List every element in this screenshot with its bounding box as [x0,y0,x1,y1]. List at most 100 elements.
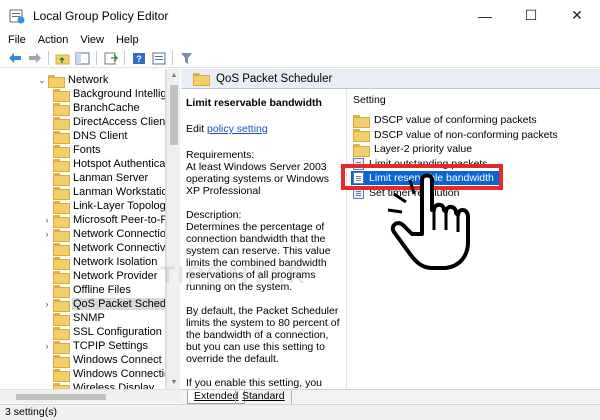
toolbar: ? [0,49,600,68]
tree-item-label: Wireless Display [73,382,155,389]
tree-item-label: Background Intelligent Transfer Service [73,88,166,100]
tree-item[interactable]: Lanman Server [53,171,149,186]
folder-icon [53,242,70,256]
tree-item[interactable]: Background Intelligent Transfer Service [53,87,166,102]
tree-item[interactable]: Windows Connection Manager [53,367,165,382]
window-title: Local Group Policy Editor [33,8,169,23]
folder-icon [53,340,70,354]
tree-item-label: Microsoft Peer-to-Peer Networking Servic… [73,214,165,226]
tree-item[interactable]: SNMP [53,311,106,326]
show-hide-tree-icon[interactable] [74,51,91,66]
folder-icon [53,256,70,270]
setting-description-pane: Limit reservable bandwidth Edit policy s… [181,89,340,389]
tree-item[interactable]: ⌄ Network [36,73,109,88]
scrollbar-thumb[interactable] [16,394,106,400]
minimize-button[interactable]: — [462,0,508,31]
tree-item-label: Network Provider [73,270,158,282]
chevron-right-icon[interactable]: › [41,229,53,239]
filter-icon[interactable] [178,51,195,66]
help-icon[interactable]: ? [130,51,147,66]
menu-action[interactable]: Action [32,34,75,46]
window-controls: — ☐ ✕ [462,0,600,31]
chevron-right-icon[interactable]: › [41,215,53,225]
folder-icon [53,284,70,298]
tree-item-label: Network Connections [73,228,166,240]
tree-item-label: Network Connectivity Status Indicator [73,242,166,254]
tree-item-label: Lanman Workstation [73,186,166,198]
scrollbar-thumb[interactable] [170,85,178,145]
folder-icon [53,102,70,116]
tree-item[interactable]: Network Isolation [53,255,158,270]
list-item[interactable]: DSCP value of conforming packets [347,113,537,128]
forward-arrow-icon[interactable] [26,51,43,66]
tree-item-label: TCPIP Settings [73,340,148,352]
scroll-up-arrow-icon[interactable]: ▲ [167,69,181,82]
edit-label: Edit [186,123,205,135]
menu-help[interactable]: Help [110,34,145,46]
folder-icon [53,312,70,326]
folder-icon [53,298,70,312]
tree-item[interactable]: SSL Configuration Settings [53,325,165,340]
list-item[interactable]: Layer-2 priority value [347,142,507,157]
tree-item-label: Fonts [73,144,101,156]
tree-item-label: Network [68,74,109,86]
tree-item-label: Network Isolation [73,256,158,268]
folder-icon [353,129,370,142]
tree-item[interactable]: Fonts [53,143,102,158]
tree-item[interactable]: Link-Layer Topology Discovery [53,199,165,214]
tree-item-label: DNS Client [73,130,128,142]
edit-policy-setting-link[interactable]: policy setting [207,123,268,135]
requirements-text: Requirements: At least Windows Server 20… [186,149,329,197]
list-item-label: DSCP value of conforming packets [374,114,537,126]
scroll-down-arrow-icon[interactable]: ▼ [167,376,181,389]
tree-item[interactable]: DirectAccess Client Experience Settings [53,115,165,130]
close-button[interactable]: ✕ [554,0,600,31]
tree-item[interactable]: Windows Connect Now [53,353,165,368]
tree-vertical-scrollbar[interactable]: ▲ ▼ [166,69,180,389]
folder-icon [53,88,70,102]
toolbar-separator [124,51,125,65]
list-item-label: DSCP value of non-conforming packets [374,128,558,141]
tree-item[interactable]: ›Microsoft Peer-to-Peer Networking Servi… [46,213,165,228]
content-header: QoS Packet Scheduler [181,69,600,89]
tree-item[interactable]: › TCPIP Settings [46,339,149,354]
tree-item[interactable]: Hotspot Authentication [53,157,165,172]
list-item-label: Layer-2 priority value [374,143,473,155]
navigation-tree: ⌄ Network Background Intelligent Transfer … [0,69,166,389]
tree-item[interactable]: ›QoS Packet Scheduler [46,297,165,312]
toolbar-separator [48,51,49,65]
tree-item[interactable]: Network Provider [53,269,158,284]
tree-item[interactable]: DNS Client [53,129,128,144]
chevron-down-icon[interactable]: ⌄ [36,75,48,86]
status-bar: 3 setting(s) [0,404,600,420]
tree-item[interactable]: BranchCache [53,101,141,116]
edit-policy-line: Edit policy setting [186,123,340,135]
toolbar-separator [172,51,173,65]
tree-item[interactable]: Network Connectivity Status Indicator [53,241,166,256]
tree-item[interactable]: Wireless Display [53,381,155,389]
menu-view[interactable]: View [74,34,110,46]
tree-item[interactable]: Offline Files [53,283,132,298]
hand-cursor-icon [380,170,500,280]
chevron-right-icon[interactable]: › [41,299,53,309]
folder-icon [48,74,65,88]
group-policy-app-icon [9,8,25,24]
maximize-button[interactable]: ☐ [508,0,554,31]
tree-item[interactable]: ›Network Connections [46,227,166,242]
tab-standard[interactable]: Standard [235,390,292,404]
tree-item[interactable]: Lanman Workstation [53,185,166,200]
watermark-text: TIPS4ITAR [160,262,308,289]
properties-icon[interactable] [150,51,167,66]
svg-text:?: ? [136,54,142,64]
enable-text: If you enable this setting, you can use … [186,377,323,389]
up-folder-icon[interactable] [54,51,71,66]
menu-file[interactable]: File [0,34,32,46]
tree-item-label: Lanman Server [73,172,149,184]
tree-horizontal-scrollbar[interactable] [0,389,181,403]
column-header-setting[interactable]: Setting [347,94,386,110]
chevron-right-icon[interactable]: › [41,341,53,351]
list-item[interactable]: DSCP value of non-conforming packets [347,128,558,142]
back-arrow-icon[interactable] [6,51,23,66]
folder-icon [53,228,70,242]
export-list-icon[interactable] [102,51,119,66]
